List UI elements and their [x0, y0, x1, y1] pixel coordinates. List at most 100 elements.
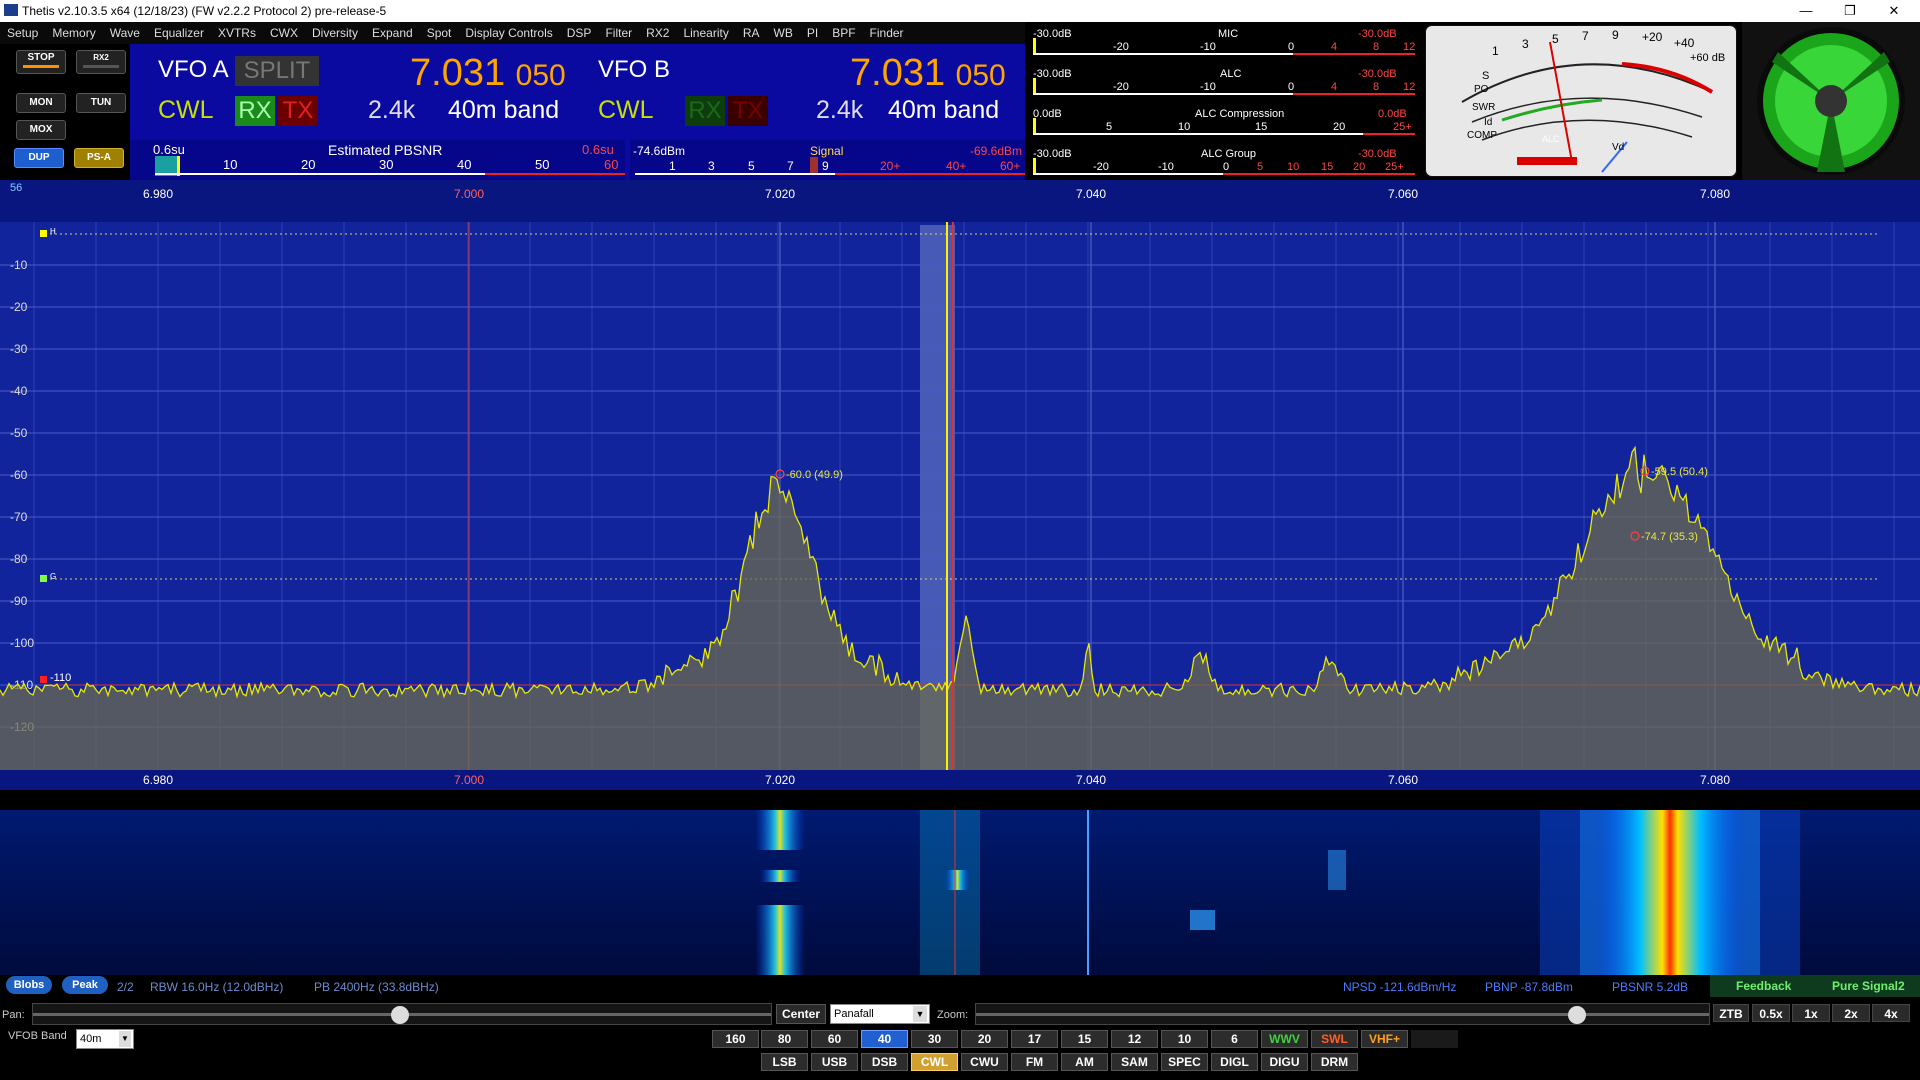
mode-spec-button[interactable]: SPEC — [1161, 1053, 1208, 1071]
menu-cwx[interactable]: CWX — [263, 26, 305, 40]
vfo-a-rx-button[interactable]: RX — [235, 96, 275, 126]
menu-wave[interactable]: Wave — [103, 26, 147, 40]
menu-wb[interactable]: WB — [767, 26, 800, 40]
mode-drm-button[interactable]: DRM — [1311, 1053, 1358, 1071]
band-17-button[interactable]: 17 — [1011, 1030, 1058, 1048]
mon-button[interactable]: MON — [16, 93, 66, 113]
mode-dsb-button[interactable]: DSB — [861, 1053, 908, 1071]
maximize-button[interactable]: ❐ — [1828, 0, 1872, 22]
menu-pi[interactable]: PI — [800, 26, 825, 40]
menu-dsp[interactable]: DSP — [560, 26, 599, 40]
vfo-b-freq-sub: 050 — [955, 59, 1006, 92]
pbsnr-tick: 60 — [604, 157, 619, 172]
alc-group-tick: -20 — [1093, 161, 1109, 173]
mode-digl-button[interactable]: DIGL — [1211, 1053, 1258, 1071]
tuning-knob[interactable] — [1742, 22, 1920, 180]
menu-setup[interactable]: Setup — [0, 26, 45, 40]
waterfall[interactable] — [0, 810, 1920, 975]
alc-comp-tick: 10 — [1178, 121, 1191, 133]
band-80-button[interactable]: 80 — [761, 1030, 808, 1048]
ztb-button[interactable]: ZTB — [1713, 1004, 1749, 1022]
menu-linearity[interactable]: Linearity — [676, 26, 735, 40]
alc-group-tick: 25+ — [1385, 161, 1404, 173]
menu-bpf[interactable]: BPF — [825, 26, 862, 40]
vfo-a-frequency[interactable]: 7.031 050 — [410, 52, 566, 95]
minimize-button[interactable]: — — [1784, 0, 1828, 22]
split-button[interactable]: SPLIT — [235, 56, 319, 86]
band-6-button[interactable]: 6 — [1211, 1030, 1258, 1048]
chevron-down-icon[interactable]: ▼ — [913, 1006, 927, 1022]
mode-digu-button[interactable]: DIGU — [1261, 1053, 1308, 1071]
mox-button[interactable]: MOX — [16, 120, 66, 140]
mode-lsb-button[interactable]: LSB — [761, 1053, 808, 1071]
peak-button[interactable]: Peak — [62, 976, 108, 994]
mode-am-button[interactable]: AM — [1061, 1053, 1108, 1071]
feedback-indicator[interactable]: Feedback — [1736, 979, 1791, 993]
zoom-1x-button[interactable]: 1x — [1792, 1004, 1830, 1022]
menu-equalizer[interactable]: Equalizer — [147, 26, 211, 40]
close-button[interactable]: ✕ — [1872, 0, 1916, 22]
band-30-button[interactable]: 30 — [911, 1030, 958, 1048]
rx2-button[interactable]: RX2 — [76, 50, 126, 74]
pan-slider-thumb[interactable] — [391, 1006, 409, 1024]
vfo-b-rx-button[interactable]: RX — [685, 96, 725, 126]
vfob-band-select[interactable]: 40m ▼ — [76, 1029, 134, 1049]
high-marker-label: H — [50, 227, 56, 236]
blobs-button[interactable]: Blobs — [6, 976, 52, 994]
menu-rx2[interactable]: RX2 — [639, 26, 676, 40]
vfo-a-label: VFO A — [158, 56, 229, 83]
band-blank-button[interactable] — [1411, 1030, 1458, 1048]
pan-slider[interactable] — [32, 1003, 772, 1025]
stop-label: STOP — [27, 52, 55, 63]
band-60-button[interactable]: 60 — [811, 1030, 858, 1048]
zoom-2x-button[interactable]: 2x — [1832, 1004, 1870, 1022]
menu-finder[interactable]: Finder — [863, 26, 911, 40]
menu-filter[interactable]: Filter — [598, 26, 639, 40]
stop-button[interactable]: STOP — [16, 50, 66, 74]
band-40-button[interactable]: 40 — [861, 1030, 908, 1048]
zoom-slider[interactable] — [975, 1003, 1710, 1025]
db-label: -80 — [10, 552, 28, 566]
zoom-4x-button[interactable]: 4x — [1872, 1004, 1910, 1022]
band-wwv-button[interactable]: WWV — [1261, 1030, 1308, 1048]
analog-s-tick: 9 — [1612, 28, 1619, 42]
band-swl-button[interactable]: SWL — [1311, 1030, 1358, 1048]
alc-comp-scale-line — [1033, 133, 1363, 135]
panadapter-canvas[interactable]: 6.980 6.980 7.000 7.000 7.020 7.020 7.040 7.040… — [0, 180, 1920, 790]
mode-fm-button[interactable]: FM — [1011, 1053, 1058, 1071]
chevron-down-icon[interactable]: ▼ — [119, 1031, 131, 1047]
menu-spot[interactable]: Spot — [420, 26, 459, 40]
menu-expand[interactable]: Expand — [365, 26, 420, 40]
puresignal-indicator[interactable]: Pure Signal2 — [1832, 979, 1905, 993]
psa-button[interactable]: PS-A — [74, 148, 124, 168]
menu-display-controls[interactable]: Display Controls — [458, 26, 559, 40]
mode-usb-button[interactable]: USB — [811, 1053, 858, 1071]
vfo-b-frequency[interactable]: 7.031 050 — [850, 52, 1006, 95]
high-marker-handle — [40, 230, 47, 237]
mode-sam-button[interactable]: SAM — [1111, 1053, 1158, 1071]
vfo-a-tx-button[interactable]: TX — [278, 96, 318, 126]
menu-diversity[interactable]: Diversity — [305, 26, 365, 40]
band-15-button[interactable]: 15 — [1061, 1030, 1108, 1048]
alc-tick: -10 — [1200, 81, 1216, 93]
panadapter[interactable]: 6.980 6.980 7.000 7.000 7.020 7.020 7.040 7.040… — [0, 180, 1920, 790]
band-10-button[interactable]: 10 — [1161, 1030, 1208, 1048]
vfo-b-band: 40m band — [888, 96, 1000, 124]
mode-cwl-button[interactable]: CWL — [911, 1053, 958, 1071]
mode-cwu-button[interactable]: CWU — [961, 1053, 1008, 1071]
center-button[interactable]: Center — [776, 1004, 826, 1024]
band-20-button[interactable]: 20 — [961, 1030, 1008, 1048]
vfo-b-tx-button[interactable]: TX — [728, 96, 768, 126]
band-vhf-button[interactable]: VHF+ — [1361, 1030, 1408, 1048]
menu-xvtrs[interactable]: XVTRs — [211, 26, 263, 40]
zoom-0-5x-button[interactable]: 0.5x — [1752, 1004, 1790, 1022]
dup-button[interactable]: DUP — [14, 148, 64, 168]
band-160-button[interactable]: 160 — [712, 1030, 759, 1048]
display-mode-select[interactable]: Panafall ▼ — [830, 1004, 930, 1024]
band-12-button[interactable]: 12 — [1111, 1030, 1158, 1048]
title-bar: Thetis v2.10.3.5 x64 (12/18/23) (FW v2.2… — [0, 0, 1920, 22]
menu-ra[interactable]: RA — [736, 26, 767, 40]
menu-memory[interactable]: Memory — [45, 26, 102, 40]
zoom-slider-thumb[interactable] — [1568, 1006, 1586, 1024]
tun-button[interactable]: TUN — [76, 93, 126, 113]
